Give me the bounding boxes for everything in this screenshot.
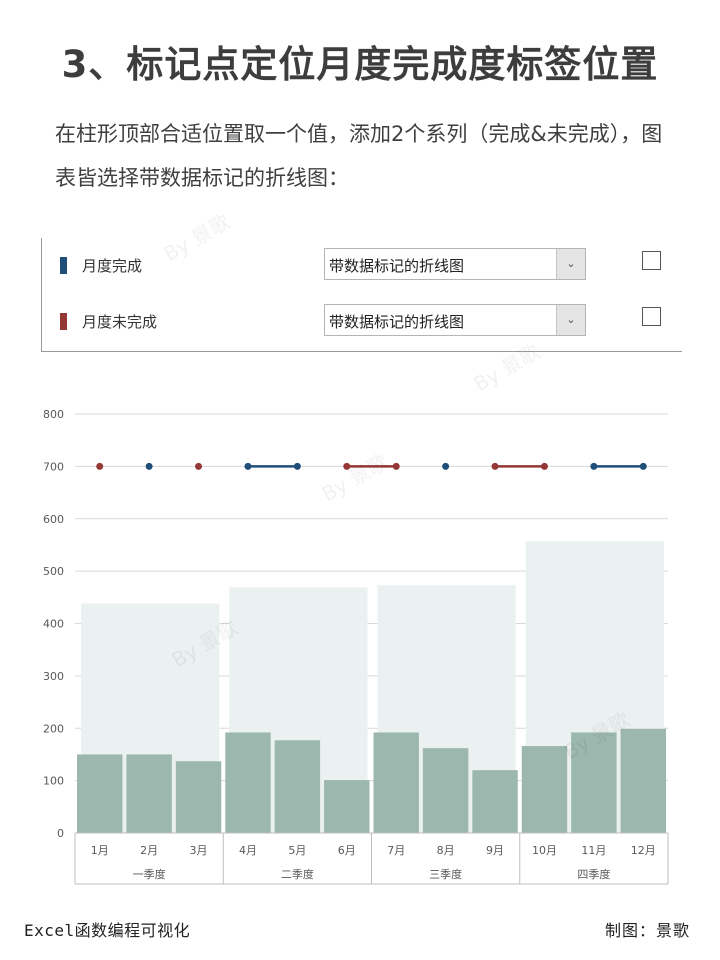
y-tick-label: 400 [43,618,64,631]
chart-type-select[interactable]: 带数据标记的折线图 ⌄ [324,248,586,280]
chevron-down-icon[interactable]: ⌄ [556,249,585,279]
group-label: 一季度 [133,867,166,881]
month-bar [620,728,666,833]
y-tick-label: 300 [43,670,64,683]
marker-point-completed [293,462,301,470]
month-bar [225,732,271,833]
group-label: 二季度 [281,867,314,881]
marker-point-completed [244,462,252,470]
month-bar [324,780,370,833]
marker-point-incomplete [195,462,203,470]
y-tick-label: 0 [57,827,64,840]
x-tick-label: 12月 [631,844,656,857]
month-bar [274,740,321,833]
marker-point-incomplete [491,462,499,470]
x-tick-label: 11月 [581,844,606,857]
month-bar [472,770,518,833]
x-tick-label: 2月 [140,844,158,857]
page-title: 3、标记点定位月度完成度标签位置 [61,43,659,86]
x-tick-label: 10月 [532,844,557,857]
series-settings-panel: 月度完成 带数据标记的折线图 ⌄ 月度未完成 带数据标记的折线图 ⌄ [41,238,682,352]
month-bar [126,754,172,833]
secondary-axis-checkbox[interactable] [642,251,661,270]
y-tick-label: 500 [43,565,64,578]
month-bar [373,732,419,833]
y-tick-label: 600 [43,513,64,526]
marker-point-incomplete [540,462,548,470]
footer-source: Excel函数编程可视化 [24,921,191,940]
month-bar [175,761,222,833]
series-name-label: 月度完成 [82,257,143,275]
x-tick-label: 7月 [387,844,405,857]
y-tick-label: 100 [43,775,64,788]
x-tick-label: 9月 [486,844,504,857]
chart-type-select[interactable]: 带数据标记的折线图 ⌄ [324,304,586,336]
series-color-swatch [60,257,67,274]
description-text: 在柱形顶部合适位置取一个值，添加2个系列（完成&未完成），图表皆选择带数据标记的… [55,122,663,190]
x-tick-label: 6月 [338,844,356,857]
marker-point-completed [639,462,647,470]
group-label: 四季度 [577,867,610,881]
marker-point-completed [145,462,153,470]
group-label: 三季度 [429,867,462,881]
series-color-swatch [60,313,67,330]
x-tick-label: 1月 [91,844,109,857]
secondary-axis-checkbox[interactable] [642,307,661,326]
y-tick-label: 700 [43,460,64,473]
y-tick-label: 800 [43,408,64,421]
month-bar [521,746,568,833]
marker-point-completed [442,462,450,470]
x-tick-label: 5月 [288,844,306,857]
month-bar [422,748,469,833]
series-row-incomplete: 月度未完成 带数据标记的折线图 ⌄ [42,302,682,342]
x-tick-label: 3月 [190,844,208,857]
y-tick-label: 200 [43,722,64,735]
series-row-completed: 月度完成 带数据标记的折线图 ⌄ [42,246,682,286]
marker-point-incomplete [96,462,104,470]
x-tick-label: 8月 [437,844,455,857]
chart-type-value: 带数据标记的折线图 [329,313,465,331]
chart-type-value: 带数据标记的折线图 [329,257,465,275]
chevron-down-icon[interactable]: ⌄ [556,305,585,335]
marker-point-completed [590,462,598,470]
footer-author: 制图：景歌 [604,921,690,940]
marker-point-incomplete [392,462,400,470]
x-tick-label: 4月 [239,844,257,857]
series-name-label: 月度未完成 [82,313,158,331]
month-bar [77,754,123,833]
